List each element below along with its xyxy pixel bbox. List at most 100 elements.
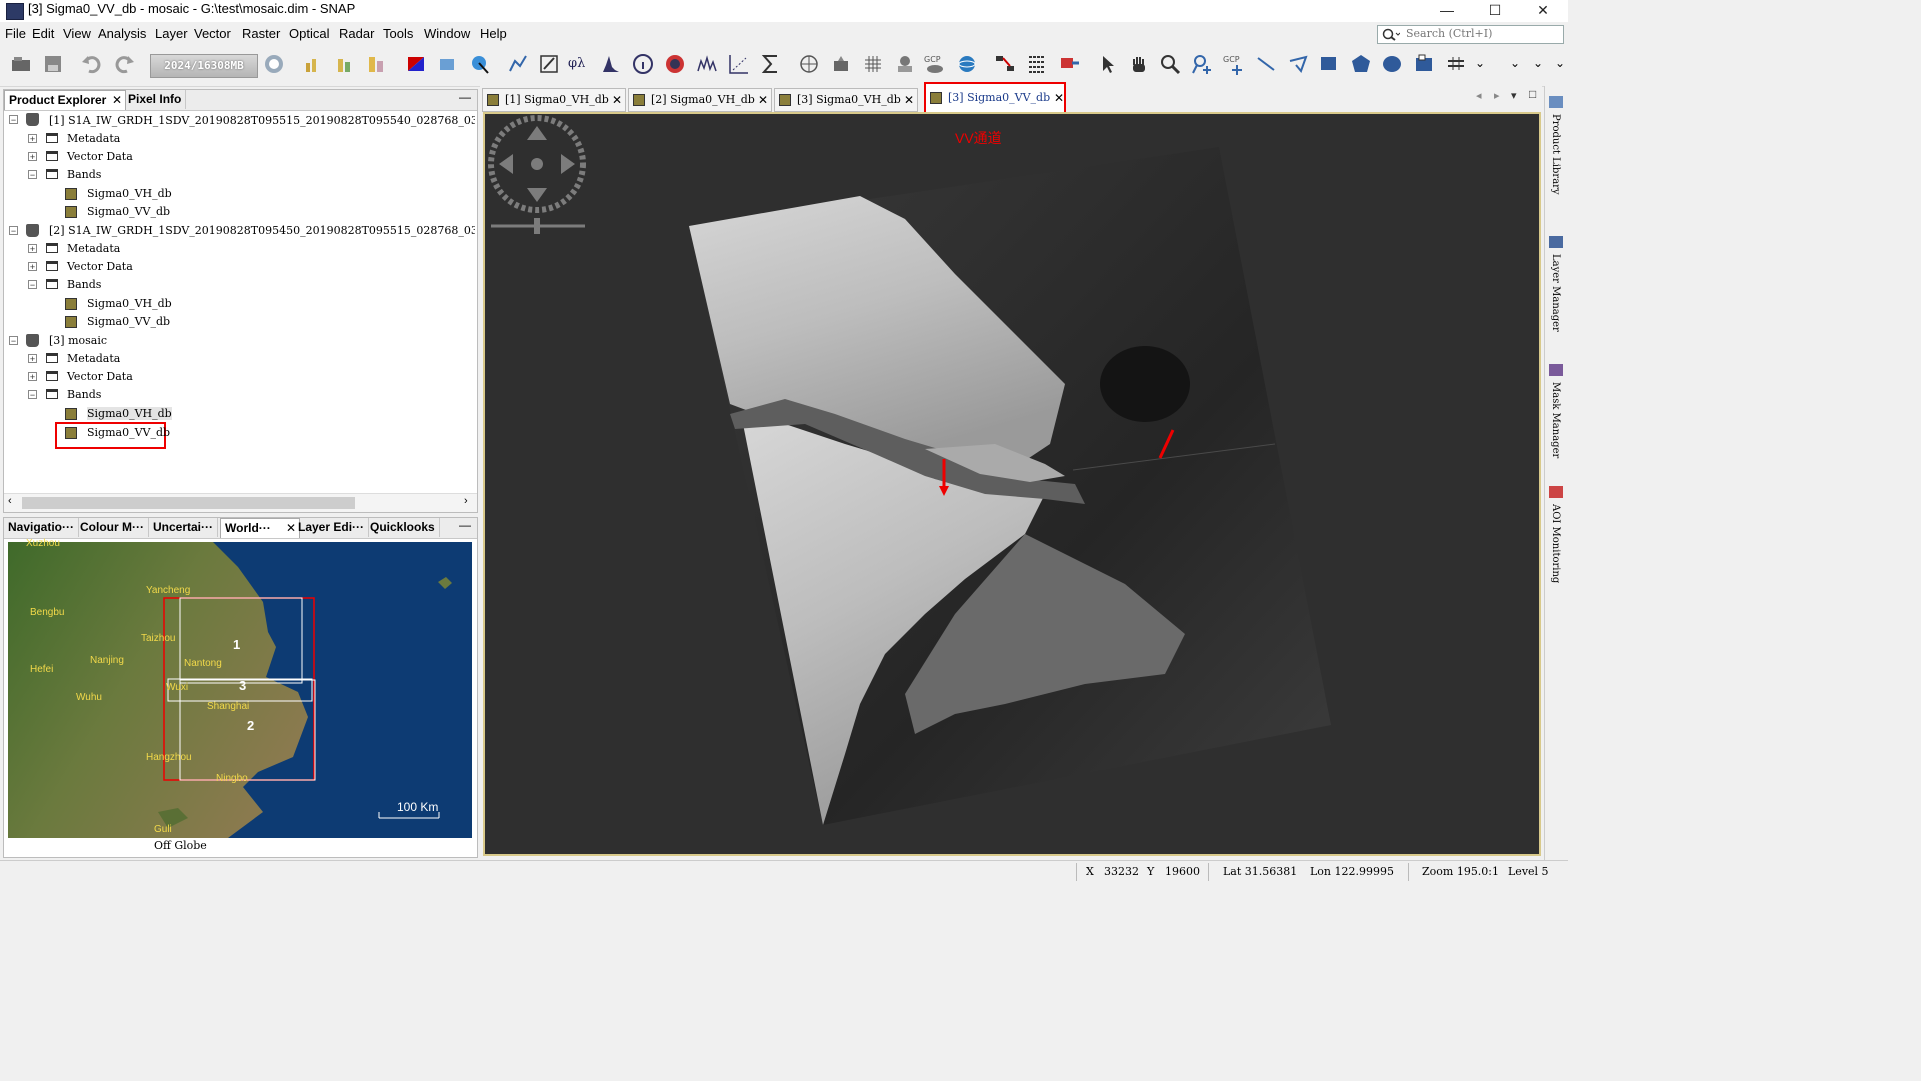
close-icon[interactable]: ✕ (758, 89, 768, 111)
gcp-placing-icon[interactable]: GCP (1223, 53, 1245, 75)
band-maths-icon[interactable] (436, 53, 458, 75)
image-viewer[interactable]: VV通道 (483, 112, 1541, 856)
tree-bands-3[interactable]: Bands (67, 388, 101, 401)
tree-vector-data-1[interactable]: Vector Data (67, 150, 133, 163)
menu-view[interactable]: View (63, 26, 91, 41)
tree-toggle-vector-1[interactable]: + (28, 152, 37, 162)
range-finder-icon[interactable] (1413, 53, 1435, 75)
edit-icon[interactable] (538, 53, 560, 75)
sidebar-mask-manager[interactable]: Mask Manager (1550, 382, 1561, 458)
maximize-window-icon[interactable]: □ (1529, 87, 1536, 101)
menu-vector[interactable]: Vector (194, 26, 231, 41)
tab-pixel-info[interactable]: Pixel Info (124, 90, 187, 109)
maximize-button[interactable]: ☐ (1472, 0, 1518, 22)
tab-list-dropdown-icon[interactable]: ▾ (1511, 89, 1517, 102)
tree-toggle-bands-2[interactable]: − (28, 280, 37, 290)
menu-tools[interactable]: Tools (383, 26, 413, 41)
tree-toggle-vector-3[interactable]: + (28, 372, 37, 382)
tree-toggle-product-1[interactable]: − (9, 115, 18, 125)
tree-product-2[interactable]: [2] S1A_IW_GRDH_1SDV_20190828T095450_201… (49, 224, 475, 237)
tree-vector-data-3[interactable]: Vector Data (67, 370, 133, 383)
toolbar-overflow-icon-3[interactable]: ⌄ (1533, 56, 1543, 70)
pan-hand-icon[interactable] (1128, 53, 1150, 75)
sar-image-canvas[interactable] (485, 114, 1539, 854)
batch-processing-icon[interactable] (1026, 53, 1048, 75)
pin-icon[interactable] (507, 53, 529, 75)
export-icon[interactable] (365, 53, 387, 75)
doc-tab-2-vh[interactable]: [2] Sigma0_VH_db ✕ (628, 88, 772, 112)
tree-metadata-1[interactable]: Metadata (67, 132, 120, 145)
scatter-plot-icon[interactable] (728, 53, 750, 75)
tab-scroll-left-icon[interactable]: ◂ (1476, 89, 1482, 102)
tree-metadata-3[interactable]: Metadata (67, 352, 120, 365)
tree-toggle-metadata-3[interactable]: + (28, 354, 37, 364)
garbage-collect-icon[interactable] (263, 53, 285, 75)
close-button[interactable]: ✕ (1520, 0, 1566, 22)
menu-file[interactable]: File (5, 26, 26, 41)
doc-tab-3-vv-active[interactable]: [3] Sigma0_VV_db ✕ (924, 82, 1066, 114)
open-product-icon[interactable] (10, 53, 32, 75)
menu-help[interactable]: Help (480, 26, 507, 41)
scroll-left-icon[interactable]: ‹ (8, 495, 12, 507)
close-icon[interactable]: ✕ (904, 89, 914, 111)
world-map-icon[interactable] (664, 53, 686, 75)
grid-icon[interactable] (862, 53, 884, 75)
scrollbar-thumb[interactable] (22, 497, 355, 509)
histogram-icon[interactable] (600, 53, 622, 75)
line-drawing-icon[interactable] (1255, 53, 1277, 75)
polyline-drawing-icon[interactable] (1287, 53, 1309, 75)
tab-scroll-right-icon[interactable]: ▸ (1494, 89, 1500, 102)
menu-edit[interactable]: Edit (32, 26, 54, 41)
close-icon[interactable]: ✕ (112, 91, 122, 110)
sidebar-layer-manager[interactable]: Layer Manager (1550, 254, 1561, 332)
sidebar-aoi-monitoring[interactable]: AOI Monitoring (1550, 504, 1561, 583)
save-product-icon[interactable] (42, 53, 64, 75)
terrain-icon[interactable] (894, 53, 916, 75)
menu-layer[interactable]: Layer (155, 26, 188, 41)
menu-radar[interactable]: Radar (339, 26, 374, 41)
zoom-icon[interactable] (1159, 53, 1181, 75)
rectangle-drawing-icon[interactable] (1318, 53, 1340, 75)
tab-world-view[interactable]: World··· ✕ (220, 518, 300, 538)
tree-bands-1[interactable]: Bands (67, 168, 101, 181)
tree-band-1-vh[interactable]: Sigma0_VH_db (87, 187, 172, 200)
rgb-image-icon[interactable] (405, 53, 427, 75)
pin-placing-icon[interactable] (1191, 53, 1213, 75)
gcp-manager-icon[interactable]: GCP (924, 53, 946, 75)
tree-toggle-product-2[interactable]: − (9, 226, 18, 236)
tree-product-3[interactable]: [3] mosaic (49, 334, 107, 347)
profile-plot-icon[interactable] (696, 53, 718, 75)
memory-usage-indicator[interactable]: 2024/16308MB (150, 54, 258, 78)
tab-colour-manipulation[interactable]: Colour M··· (76, 518, 149, 537)
doc-tab-3-vh[interactable]: [3] Sigma0_VH_db ✕ (774, 88, 918, 112)
tree-toggle-metadata-2[interactable]: + (28, 244, 37, 254)
tab-product-explorer[interactable]: Product Explorer ✕ (4, 90, 126, 110)
ellipse-drawing-icon[interactable] (1381, 53, 1403, 75)
menu-window[interactable]: Window (424, 26, 470, 41)
phi-lambda-icon[interactable]: φλ (568, 56, 585, 71)
doc-tab-1-vh[interactable]: [1] Sigma0_VH_db ✕ (482, 88, 626, 112)
information-icon[interactable] (632, 53, 654, 75)
ship-detection-icon[interactable] (1058, 53, 1080, 75)
tree-band-3-vh[interactable]: Sigma0_VH_db (87, 407, 172, 420)
graph-builder-icon[interactable] (994, 53, 1016, 75)
tab-navigation[interactable]: Navigatio··· (4, 518, 79, 537)
close-icon[interactable]: ✕ (612, 89, 622, 111)
globe-network-icon[interactable] (798, 53, 820, 75)
search-input[interactable]: Search (Ctrl+I) (1377, 25, 1564, 44)
tree-bands-2[interactable]: Bands (67, 278, 101, 291)
tree-toggle-bands-1[interactable]: − (28, 170, 37, 180)
tab-quicklooks[interactable]: Quicklooks (366, 518, 440, 537)
tree-band-2-vh[interactable]: Sigma0_VH_db (87, 297, 172, 310)
tab-layer-editor[interactable]: Layer Edi··· (294, 518, 370, 537)
menu-analysis[interactable]: Analysis (98, 26, 146, 41)
redo-icon[interactable] (113, 53, 135, 75)
satellite-icon[interactable] (830, 53, 852, 75)
tree-metadata-2[interactable]: Metadata (67, 242, 120, 255)
toolbar-overflow-icon-2[interactable]: ⌄ (1510, 56, 1520, 70)
polygon-drawing-icon[interactable] (1350, 53, 1372, 75)
toolbar-overflow-icon[interactable]: ⌄ (1475, 56, 1485, 70)
close-icon[interactable]: ✕ (1054, 84, 1064, 112)
magic-wand-icon[interactable] (1445, 53, 1467, 75)
tree-band-2-vv[interactable]: Sigma0_VV_db (87, 315, 170, 328)
